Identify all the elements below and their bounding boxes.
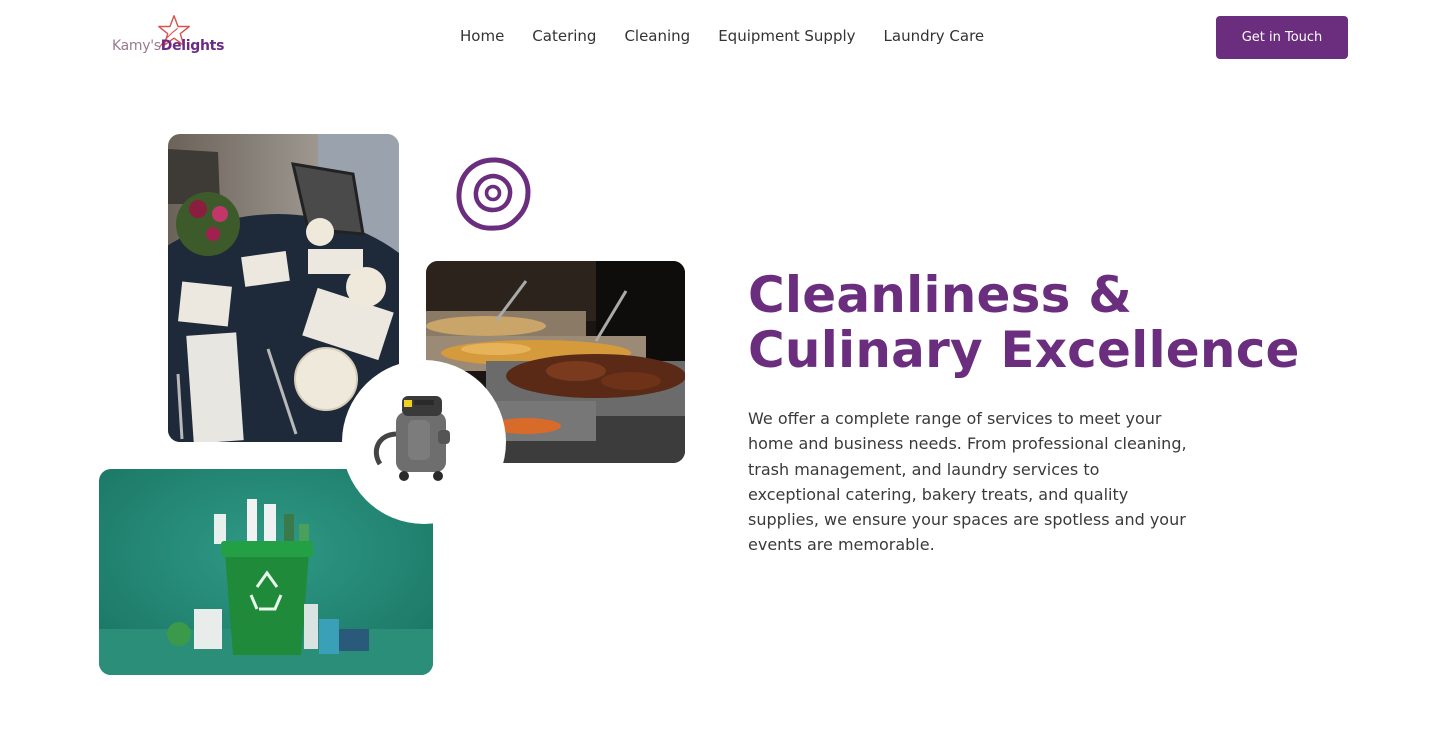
get-in-touch-button[interactable]: Get in Touch: [1216, 16, 1348, 59]
nav-item-cleaning[interactable]: Cleaning: [624, 27, 690, 45]
brand-name-part1: Kamy's: [112, 38, 161, 54]
hero-description: We offer a complete range of services to…: [748, 409, 1187, 555]
brand-name: Kamy'sDelights: [112, 38, 224, 54]
hero-title-line1: Cleanliness &: [748, 266, 1132, 324]
brand-logo[interactable]: Kamy'sDelights: [112, 15, 230, 60]
nav-item-laundry-care[interactable]: Laundry Care: [884, 27, 985, 45]
nav-item-home[interactable]: Home: [460, 27, 504, 45]
nav-item-equipment-supply[interactable]: Equipment Supply: [718, 27, 855, 45]
vacuum-cleaner-image: [373, 396, 450, 481]
nav-item-catering[interactable]: Catering: [532, 27, 596, 45]
brand-name-part2: Delights: [160, 38, 225, 54]
main-nav: Home Catering Cleaning Equipment Supply …: [460, 27, 984, 45]
swirl-decoration-icon: [456, 157, 531, 231]
hero-title: Cleanliness & Culinary Excellence: [748, 268, 1308, 378]
hero-title-line2: Culinary Excellence: [748, 321, 1300, 379]
